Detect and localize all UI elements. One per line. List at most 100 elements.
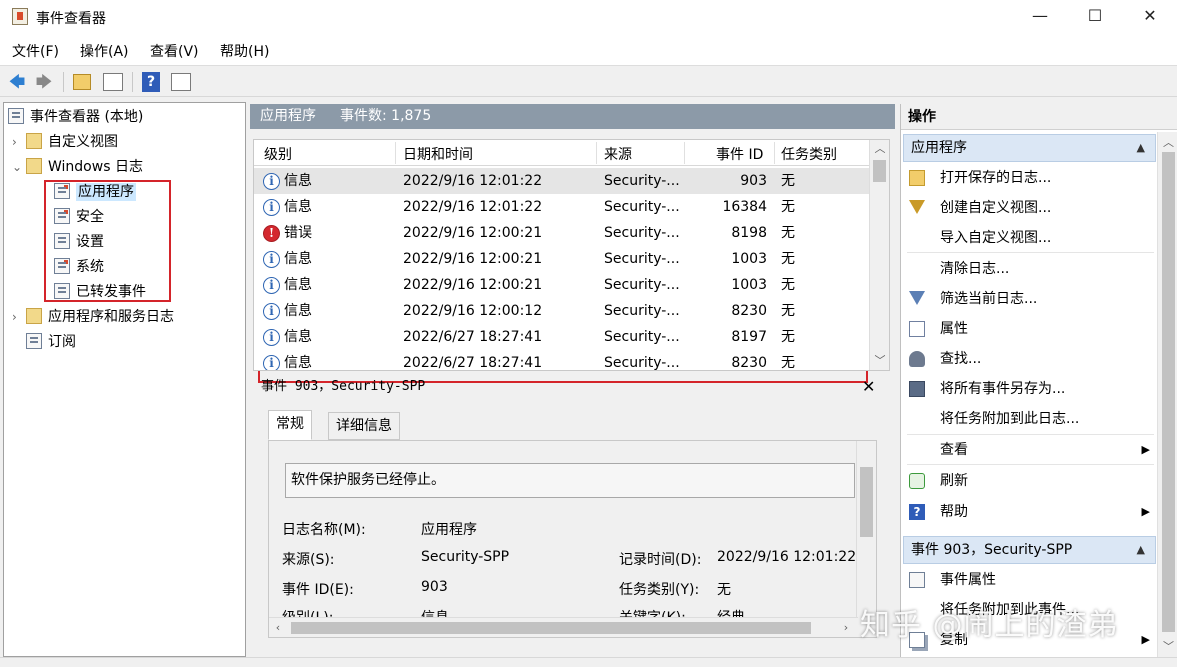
status-bar	[0, 657, 1177, 667]
folder-icon	[26, 308, 42, 324]
action-save-all-events-as[interactable]: 将所有事件另存为...	[907, 376, 1156, 402]
scrollbar-thumb[interactable]	[1162, 152, 1175, 632]
cell-level: 信息	[284, 199, 312, 215]
scroll-up-icon[interactable]: ︿	[870, 140, 889, 158]
cell-task-category: 无	[781, 251, 795, 267]
action-open-saved-log[interactable]: 打开保存的日志...	[907, 165, 1156, 191]
column-separator[interactable]	[774, 142, 775, 164]
column-task-category[interactable]: 任务类别	[781, 144, 837, 164]
detail-horizontal-scrollbar[interactable]: ‹ ›	[269, 617, 858, 637]
table-row[interactable]: i 信息 2022/6/27 18:27:41 Security-... 无 8230	[254, 350, 869, 370]
column-separator[interactable]	[395, 142, 396, 164]
event-list-scrollbar[interactable]: ︿ ﹀	[869, 140, 889, 370]
menu-view[interactable]: 查看(V)	[150, 41, 199, 61]
column-event-id[interactable]: 事件 ID	[716, 144, 763, 164]
close-detail-icon[interactable]: ✕	[862, 376, 875, 398]
table-row[interactable]: i 信息 2022/6/27 18:27:41 Security-... 无 8197	[254, 324, 869, 350]
scroll-right-icon[interactable]: ›	[837, 618, 855, 637]
table-row[interactable]: i 信息 2022/9/16 12:00:21 Security-... 无 1003	[254, 246, 869, 272]
actions-section-application[interactable]: 应用程序 ▲	[903, 134, 1156, 162]
column-source[interactable]: 来源	[604, 144, 632, 164]
info-icon: i	[263, 303, 280, 320]
maximize-button[interactable]: ☐	[1067, 0, 1123, 34]
chevron-right-icon[interactable]: ›	[12, 306, 26, 328]
detail-vertical-scrollbar[interactable]	[856, 441, 876, 619]
up-folder-icon[interactable]	[73, 74, 91, 90]
tree-item-root[interactable]: 事件查看器 (本地)	[8, 106, 143, 128]
table-row[interactable]: i 信息 2022/9/16 12:01:22 Security-... 无 903	[254, 168, 869, 194]
scrollbar-thumb[interactable]	[860, 467, 873, 537]
scroll-up-icon[interactable]: ︿	[1158, 134, 1177, 150]
subscription-icon	[26, 333, 42, 349]
action-label: 查找...	[940, 351, 982, 367]
cell-source: Security-...	[604, 329, 680, 345]
properties-icon	[909, 321, 925, 337]
folder-icon	[26, 158, 42, 174]
action-view[interactable]: 查看 ▶	[907, 437, 1156, 463]
action-find[interactable]: 查找...	[907, 346, 1156, 372]
table-row[interactable]: i 信息 2022/9/16 12:01:22 Security-... 无 16384	[254, 194, 869, 220]
cell-task-category: 无	[781, 303, 795, 319]
column-datetime[interactable]: 日期和时间	[403, 144, 473, 164]
actions-section-event[interactable]: 事件 903，Security-SPP ▲	[903, 536, 1156, 564]
actions-scrollbar[interactable]: ︿ ﹀	[1157, 132, 1177, 657]
action-refresh[interactable]: 刷新	[907, 468, 1156, 494]
action-clear-log[interactable]: 清除日志...	[907, 256, 1156, 282]
tab-general[interactable]: 常规	[268, 410, 312, 440]
show-hide-action-pane-icon[interactable]	[171, 73, 191, 91]
actions-pane: 操作 应用程序 ▲ 打开保存的日志... 创建自定义视图... 导入自定义视图... 清…	[900, 104, 1177, 657]
action-create-custom-view[interactable]: 创建自定义视图...	[907, 195, 1156, 221]
action-event-properties[interactable]: 事件属性	[907, 567, 1156, 593]
column-separator[interactable]	[684, 142, 685, 164]
column-separator[interactable]	[596, 142, 597, 164]
tree-item-setup[interactable]: 设置	[54, 231, 104, 253]
tree-item-app-service-logs[interactable]: › 应用程序和服务日志	[12, 306, 174, 328]
collapse-icon[interactable]: ▲	[1137, 135, 1145, 161]
action-label: 筛选当前日志...	[940, 291, 1038, 307]
menu-action[interactable]: 操作(A)	[80, 41, 129, 61]
menu-help[interactable]: 帮助(H)	[220, 41, 269, 61]
cell-event-id: 1003	[731, 251, 767, 267]
scroll-down-icon[interactable]: ﹀	[1158, 638, 1177, 654]
help-icon[interactable]: ?	[142, 72, 160, 92]
menu-file[interactable]: 文件(F)	[12, 41, 59, 61]
close-button[interactable]: ✕	[1122, 0, 1177, 34]
event-viewer-icon	[8, 108, 24, 124]
tab-details[interactable]: 详细信息	[328, 412, 400, 440]
tree-item-system[interactable]: 系统	[54, 256, 104, 278]
funnel-icon	[909, 200, 925, 214]
collapse-icon[interactable]: ▲	[1137, 537, 1145, 563]
log-title: 应用程序	[260, 108, 316, 124]
tree-item-subscriptions[interactable]: 订阅	[26, 331, 76, 353]
back-arrow-icon[interactable]: 🡄	[6, 71, 28, 93]
scrollbar-thumb[interactable]	[873, 160, 886, 182]
table-row[interactable]: ! 错误 2022/9/16 12:00:21 Security-... 无 8198	[254, 220, 869, 246]
event-list-header: 级别 日期和时间 来源 事件 ID 任务类别	[254, 140, 869, 166]
forward-arrow-icon[interactable]: 🡆	[33, 71, 55, 93]
tree-item-forwarded-events[interactable]: 已转发事件	[54, 281, 146, 303]
scrollbar-thumb[interactable]	[291, 622, 811, 634]
action-help[interactable]: ? 帮助 ▶	[907, 499, 1156, 525]
submenu-arrow-icon: ▶	[1141, 443, 1150, 456]
window-title: 事件查看器	[36, 11, 106, 27]
show-hide-tree-icon[interactable]	[103, 73, 123, 91]
table-row[interactable]: i 信息 2022/9/16 12:00:21 Security-... 无 1003	[254, 272, 869, 298]
tree-item-windows-logs[interactable]: ⌄ Windows 日志	[12, 156, 143, 178]
toolbar-separator	[132, 72, 133, 92]
cell-event-id: 1003	[731, 277, 767, 293]
chevron-down-icon[interactable]: ⌄	[12, 156, 26, 178]
tree-item-application[interactable]: 应用程序	[54, 181, 136, 203]
scroll-left-icon[interactable]: ‹	[269, 618, 287, 637]
action-filter-current-log[interactable]: 筛选当前日志...	[907, 286, 1156, 312]
chevron-right-icon[interactable]: ›	[12, 131, 26, 153]
table-row[interactable]: i 信息 2022/9/16 12:00:12 Security-... 无 8230	[254, 298, 869, 324]
scroll-down-icon[interactable]: ﹀	[870, 352, 889, 370]
event-id-value: 903	[421, 579, 448, 595]
tree-item-custom-views[interactable]: › 自定义视图	[12, 131, 118, 153]
column-level[interactable]: 级别	[264, 144, 292, 164]
minimize-button[interactable]: —	[1012, 0, 1068, 34]
action-attach-task-to-log[interactable]: 将任务附加到此日志...	[907, 406, 1156, 432]
action-properties[interactable]: 属性	[907, 316, 1156, 342]
action-import-custom-view[interactable]: 导入自定义视图...	[907, 225, 1156, 251]
tree-item-security[interactable]: 安全	[54, 206, 104, 228]
